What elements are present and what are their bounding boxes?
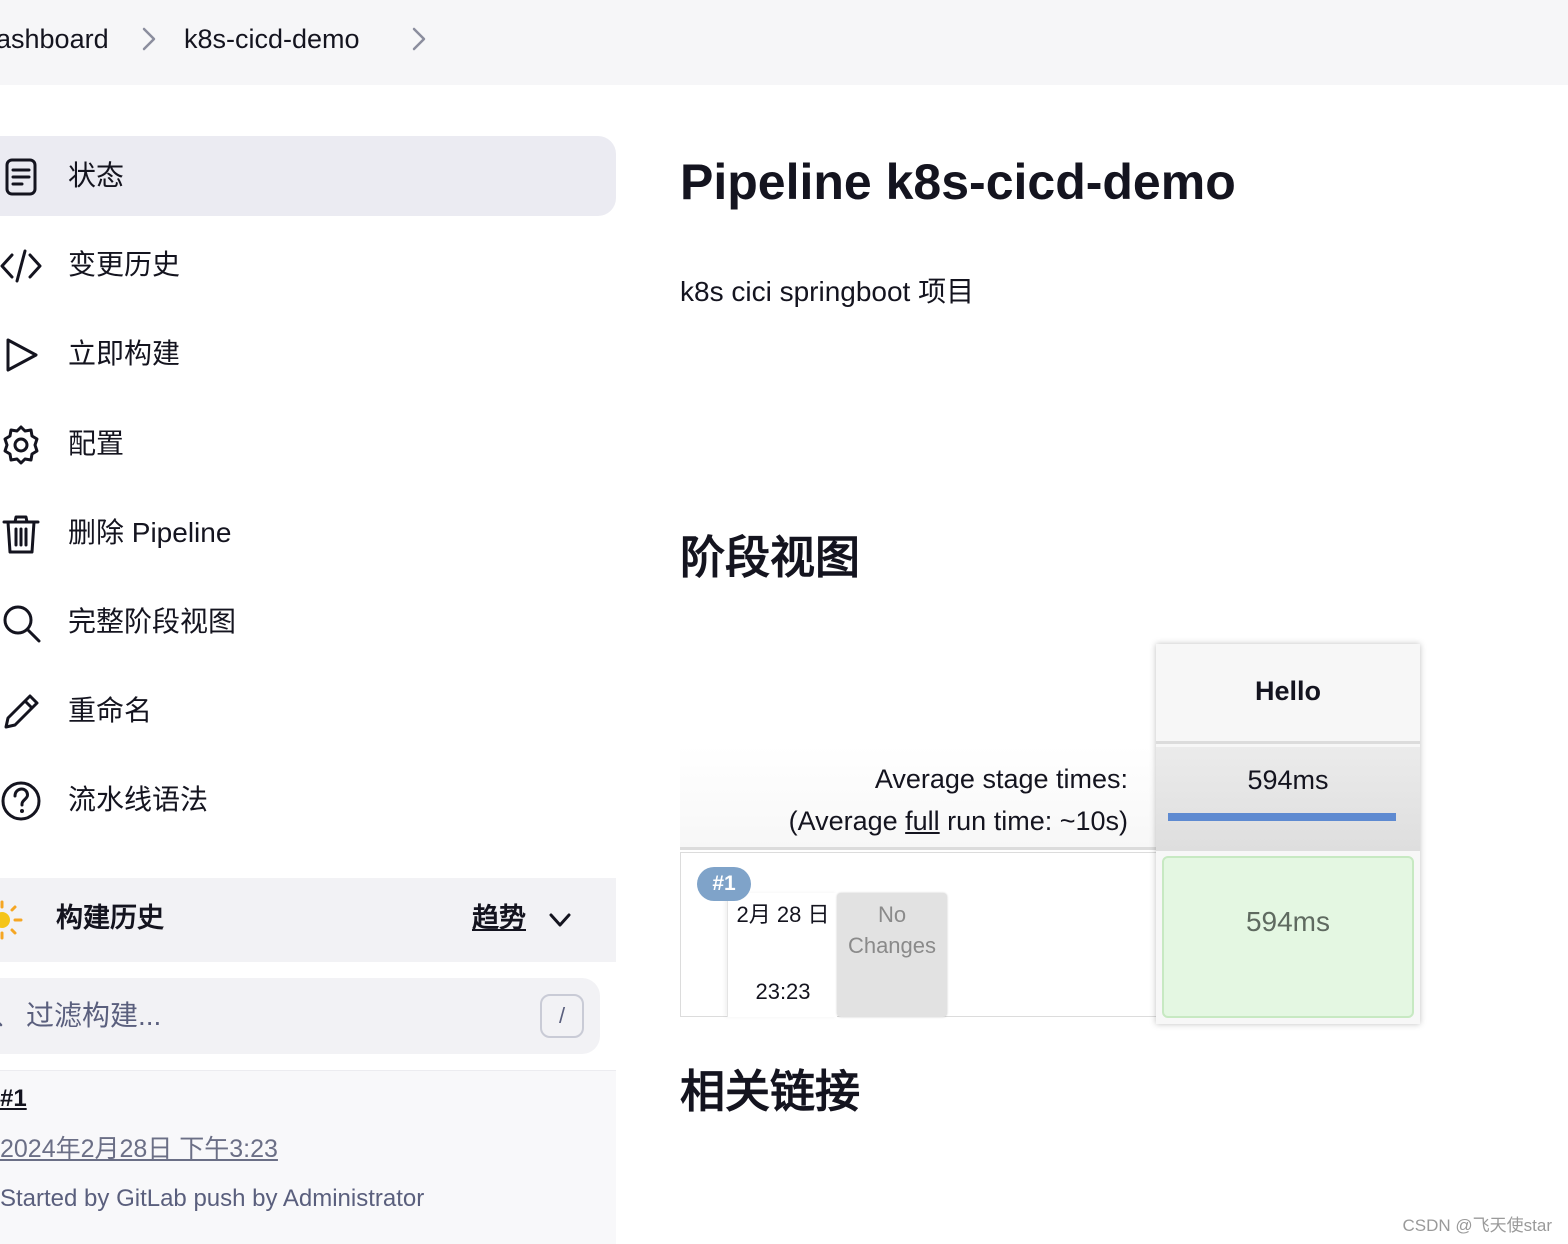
weather-sun-icon [0,900,23,940]
breadcrumb-job[interactable]: k8s-cicd-demo [184,20,360,58]
build-date-link[interactable]: 2024年2月28日 下午3:23 [0,1129,278,1165]
sidebar-item-full-stage-view[interactable]: 完整阶段视图 [0,582,616,662]
chevron-down-icon[interactable] [546,906,574,934]
search-icon [0,1022,3,1027]
sidebar-item-label: 配置 [68,428,125,459]
stage-view-run-row: #1 2月 28 日 23:23 No Changes [680,852,1158,1017]
sidebar-item-pipeline-syntax[interactable]: 流水线语法 [0,760,616,840]
related-links-title: 相关链接 [680,1066,861,1117]
build-cause: Started by GitLab push by Administrator [0,1185,425,1212]
sidebar-item-changes[interactable]: 变更历史 [0,225,616,305]
average-stage-times-label: Average stage times: [874,764,1128,794]
sidebar-item-label: 删除 Pipeline [68,517,232,548]
build-filter-input[interactable] [26,992,526,1040]
sidebar-item-label: 立即构建 [68,338,181,369]
run-time: 23:23 [755,979,811,1004]
average-full-run-time: (Average full run time: ~10s) [789,806,1128,837]
stage-result-cell[interactable]: 594ms [1162,856,1414,1018]
code-icon [0,249,42,283]
average-full-prefix: (Average [788,806,906,836]
run-changes[interactable]: No Changes [837,893,947,1017]
stage-average-cell: 594ms [1156,747,1420,851]
build-history-title: 构建历史 [56,903,164,933]
sidebar-item-configure[interactable]: 配置 [0,404,616,484]
stage-average-time: 594ms [1247,765,1329,795]
chevron-right-icon [142,27,156,51]
sidebar-item-label: 重命名 [68,695,153,726]
full-run-link[interactable]: full [905,806,940,836]
stage-header: Hello [1156,644,1420,744]
stage-column-hello: Hello 594ms 594ms [1156,644,1420,1024]
stage-name: Hello [1254,676,1321,706]
build-history-header: 构建历史 趋势 [0,878,616,962]
help-icon [1,781,41,821]
watermark: CSDN @飞天使star [1402,1216,1553,1235]
filter-shortcut-key: / [540,994,584,1038]
sidebar-item-build-now[interactable]: 立即构建 [0,314,616,394]
job-description: k8s cici springboot 项目 [680,276,975,307]
sidebar-item-status[interactable]: 状态 [0,136,616,216]
status-icon [5,158,37,196]
stage-average-bar-fill [1168,813,1396,821]
chevron-right-icon[interactable] [404,24,434,54]
sidebar-item-label: 变更历史 [68,249,181,280]
sidebar-item-label: 完整阶段视图 [68,606,237,637]
stage-result-time: 594ms [1245,906,1331,937]
build-filter: / [0,978,600,1054]
page-title: Pipeline k8s-cicd-demo [680,154,1236,210]
gear-icon [3,425,39,465]
breadcrumb-dashboard[interactable]: ashboard [0,20,109,58]
run-badge[interactable]: #1 [697,867,751,901]
trash-icon [2,515,40,554]
run-date: 2月 28 日 [736,902,830,927]
stage-average-bar [1168,813,1396,821]
breadcrumb: ashboard k8s-cicd-demo [0,0,1568,85]
sidebar-item-label: 状态 [68,160,125,191]
trend-link[interactable]: 趋势 [472,898,526,938]
pencil-icon [4,694,39,729]
sidebar-item-delete-pipeline[interactable]: 删除 Pipeline [0,493,616,573]
stage-view-average-label: Average stage times: (Average full run t… [680,746,1156,850]
build-history-row[interactable]: #1 2024年2月28日 下午3:23 Started by GitLab p… [0,1070,616,1244]
sidebar-item-label: 流水线语法 [68,784,209,815]
stage-view-title: 阶段视图 [680,532,861,583]
search-icon [3,605,41,643]
sidebar-item-rename[interactable]: 重命名 [0,671,616,751]
play-icon [6,338,38,372]
build-number-link[interactable]: #1 [0,1085,27,1113]
average-full-suffix: run time: ~10s) [939,806,1128,836]
run-date-box: 2月 28 日 23:23 [727,893,837,1017]
